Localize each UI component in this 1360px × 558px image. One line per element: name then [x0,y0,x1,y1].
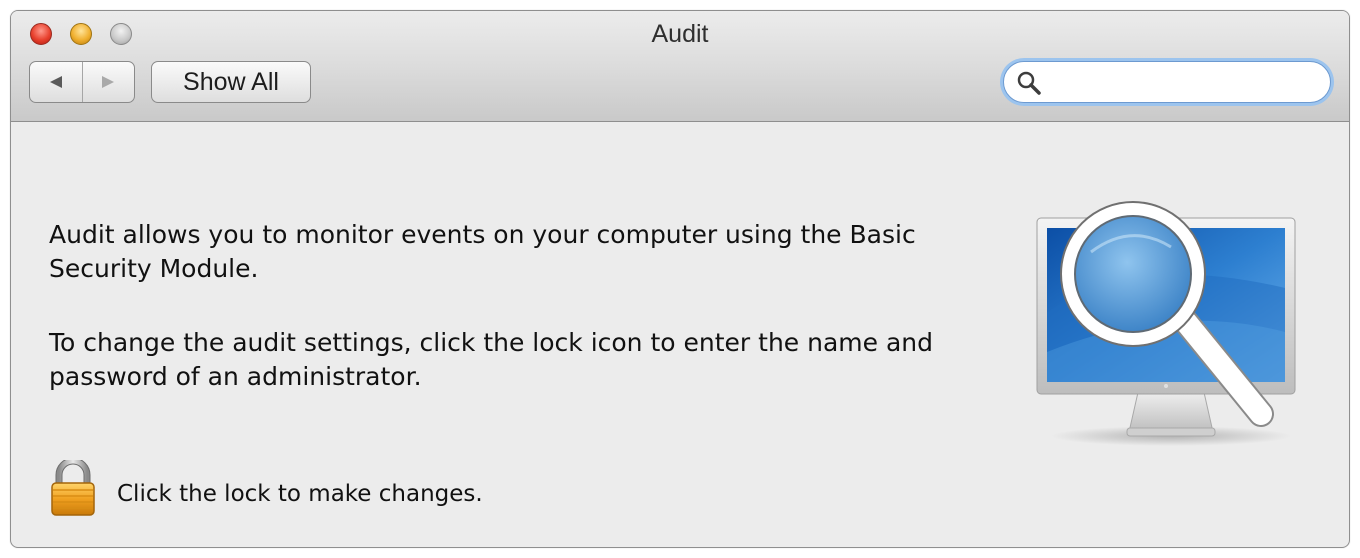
instructions-text: To change the audit settings, click the … [49,328,934,391]
lock-button[interactable] [49,457,97,523]
audit-magnifier-monitor-icon [1036,201,1296,446]
lock-icon [51,457,95,516]
forward-arrow-icon [102,76,115,88]
back-arrow-icon [49,76,62,88]
search-icon [1017,71,1041,95]
back-forward-control [29,61,135,103]
forward-button[interactable] [81,62,135,102]
title-bar: Audit Show All [11,11,1349,122]
search-field[interactable] [1003,61,1331,103]
audit-pane: Audit allows you to monitor events on yo… [11,122,1349,547]
window-title: Audit [651,20,709,48]
preferences-window: Audit Show All Audit allows you to monit… [10,10,1350,548]
search-input[interactable] [1048,67,1322,99]
show-all-button[interactable]: Show All [151,61,311,103]
lock-status-text: Click the lock to make changes. [117,481,483,507]
back-button[interactable] [30,62,82,102]
description-text: Audit allows you to monitor events on yo… [49,220,916,283]
